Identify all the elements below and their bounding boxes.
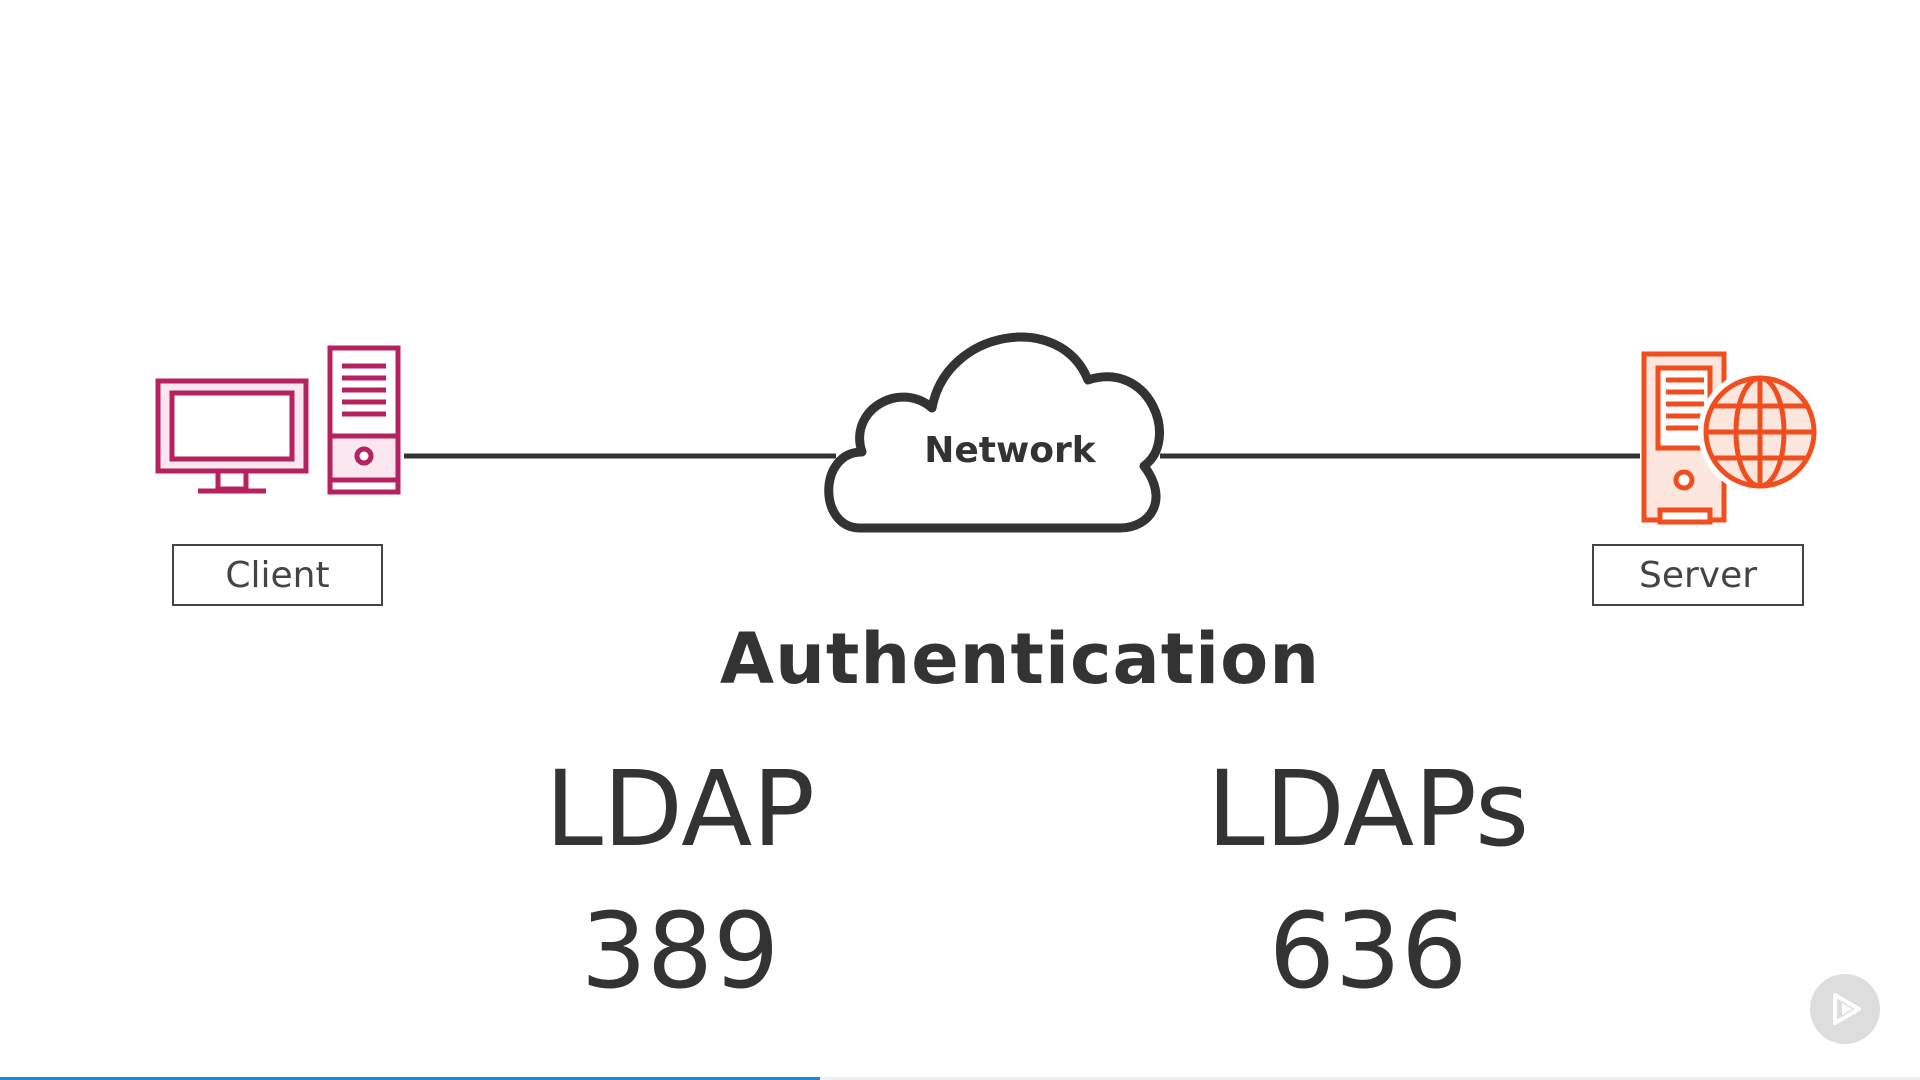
client-label: Client [172,544,383,606]
protocol-ldap-port: 389 [580,890,780,1012]
network-label: Network [924,430,1096,471]
protocol-ldap-name: LDAP [544,748,816,870]
player-play-button[interactable] [1810,974,1880,1044]
authentication-heading: Authentication [719,618,1321,700]
web-server-icon [1641,351,1822,525]
server-label: Server [1592,544,1804,606]
protocol-ldaps-port: 636 [1268,890,1468,1012]
protocol-ldaps-name: LDAPs [1206,748,1530,870]
desktop-computer-icon [155,345,401,495]
play-icon [1833,993,1861,1025]
network-diagram [155,332,1822,533]
